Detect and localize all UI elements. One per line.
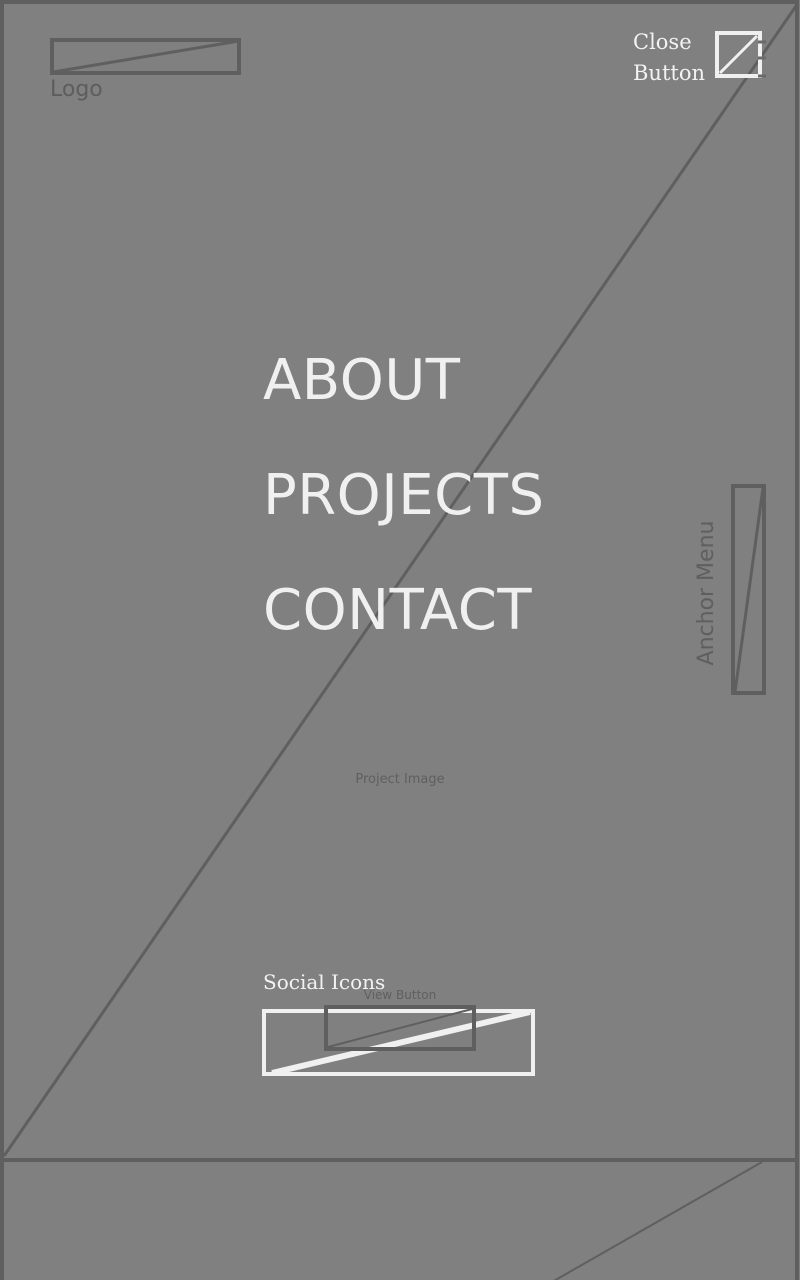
wireframe-page: Logo Close Button ABOUT PROJECTS CONTACT… xyxy=(0,0,800,1280)
close-button[interactable] xyxy=(714,30,768,80)
view-button[interactable] xyxy=(324,1005,478,1053)
anchor-menu-label: Anchor Menu xyxy=(694,520,719,666)
anchor-menu[interactable] xyxy=(731,484,769,696)
view-button-label: View Button xyxy=(363,988,437,1002)
close-button-label: Close Button xyxy=(633,30,706,85)
nav-item-projects[interactable]: PROJECTS xyxy=(263,460,583,575)
project-image-label: Project Image xyxy=(355,772,445,787)
nav-item-about[interactable]: ABOUT xyxy=(263,345,583,460)
logo-label: Logo xyxy=(50,77,103,102)
logo-placeholder[interactable] xyxy=(50,38,242,76)
main-nav: ABOUT PROJECTS CONTACT xyxy=(263,345,583,690)
nav-item-contact[interactable]: CONTACT xyxy=(263,575,583,690)
